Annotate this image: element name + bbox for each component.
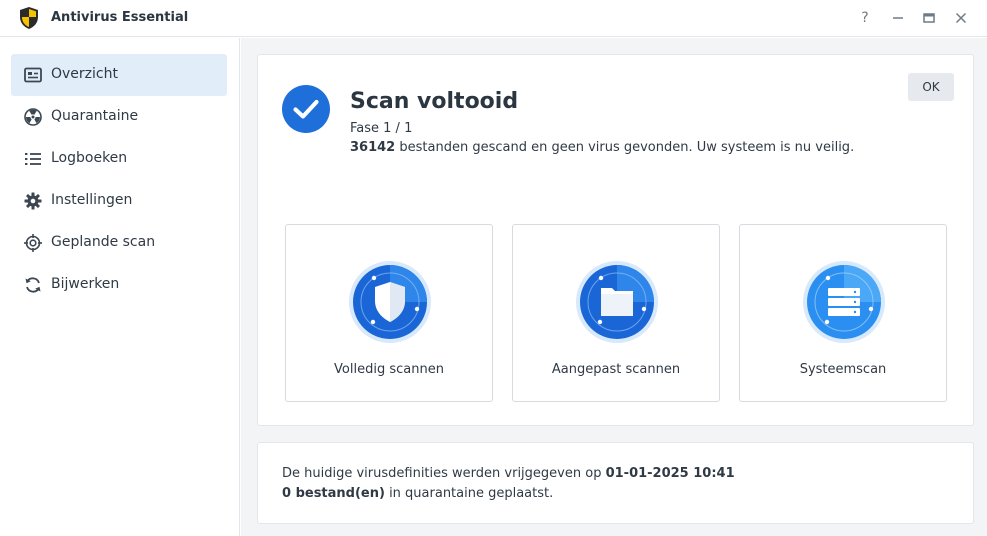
app-logo-icon	[20, 7, 38, 29]
list-icon	[23, 149, 43, 169]
sidebar-item-label: Geplande scan	[51, 234, 156, 250]
full-scan-tile[interactable]: Volledig scannen	[285, 224, 493, 402]
custom-scan-tile[interactable]: Aangepast scannen	[512, 224, 720, 402]
scan-summary: 36142 bestanden gescand en geen virus ge…	[350, 140, 854, 155]
app-title: Antivirus Essential	[51, 10, 189, 25]
sidebar-item-label: Quarantaine	[51, 108, 139, 124]
sidebar: Overzicht Quarantaine Logboeken Instelli…	[0, 38, 240, 536]
help-icon: ?	[861, 10, 869, 26]
system-scan-tile[interactable]: Systeemscan	[739, 224, 947, 402]
sidebar-item-label: Bijwerken	[51, 276, 120, 292]
definitions-date: 01-01-2025 10:41	[605, 466, 735, 481]
minimize-icon	[893, 17, 903, 19]
radiation-icon	[23, 107, 43, 127]
folder-icon	[576, 261, 658, 343]
sidebar-item-instellingen[interactable]: Instellingen	[11, 180, 227, 222]
sidebar-item-label: Logboeken	[51, 150, 128, 166]
status-title: Scan voltooid	[350, 89, 519, 114]
scan-status-card: Scan voltooid Fase 1 / 1 36142 bestanden…	[257, 54, 974, 426]
sidebar-item-bijwerken[interactable]: Bijwerken	[11, 264, 227, 306]
system-scan-label: Systeemscan	[799, 362, 887, 377]
sidebar-item-label: Instellingen	[51, 192, 133, 208]
title-bar: Antivirus Essential ?	[0, 0, 987, 37]
quarantine-info: 0 bestand(en) in quarantaine geplaatst.	[282, 486, 553, 501]
shield-icon	[349, 261, 431, 343]
server-icon	[803, 261, 885, 343]
minimize-button[interactable]	[888, 8, 908, 28]
maximize-button[interactable]	[919, 8, 939, 28]
target-icon	[23, 233, 43, 253]
sidebar-item-label: Overzicht	[51, 66, 118, 82]
info-card: De huidige virusdefinities werden vrijge…	[257, 442, 974, 524]
maximize-icon	[923, 13, 935, 23]
quarantine-count: 0 bestand(en)	[282, 486, 385, 501]
refresh-icon	[23, 275, 43, 295]
sidebar-item-quarantaine[interactable]: Quarantaine	[11, 96, 227, 138]
help-button[interactable]: ?	[855, 8, 875, 28]
files-scanned-count: 36142	[350, 140, 396, 155]
close-icon	[955, 12, 967, 24]
main-panel: Scan voltooid Fase 1 / 1 36142 bestanden…	[241, 38, 987, 536]
ok-button[interactable]: OK	[908, 73, 954, 101]
gear-icon	[23, 191, 43, 211]
custom-scan-label: Aangepast scannen	[551, 362, 681, 377]
definitions-info: De huidige virusdefinities werden vrijge…	[282, 466, 735, 481]
sidebar-item-overzicht[interactable]: Overzicht	[11, 54, 227, 96]
check-circle-icon	[282, 85, 330, 133]
full-scan-label: Volledig scannen	[334, 362, 444, 377]
overview-icon	[23, 65, 43, 85]
sidebar-item-logboeken[interactable]: Logboeken	[11, 138, 227, 180]
definitions-text: De huidige virusdefinities werden vrijge…	[282, 466, 606, 481]
scan-summary-text: bestanden gescand en geen virus gevonden…	[395, 140, 855, 155]
sidebar-item-geplande-scan[interactable]: Geplande scan	[11, 222, 227, 264]
quarantine-text: in quarantaine geplaatst.	[384, 486, 554, 501]
scan-phase: Fase 1 / 1	[350, 121, 413, 136]
close-button[interactable]	[951, 8, 971, 28]
